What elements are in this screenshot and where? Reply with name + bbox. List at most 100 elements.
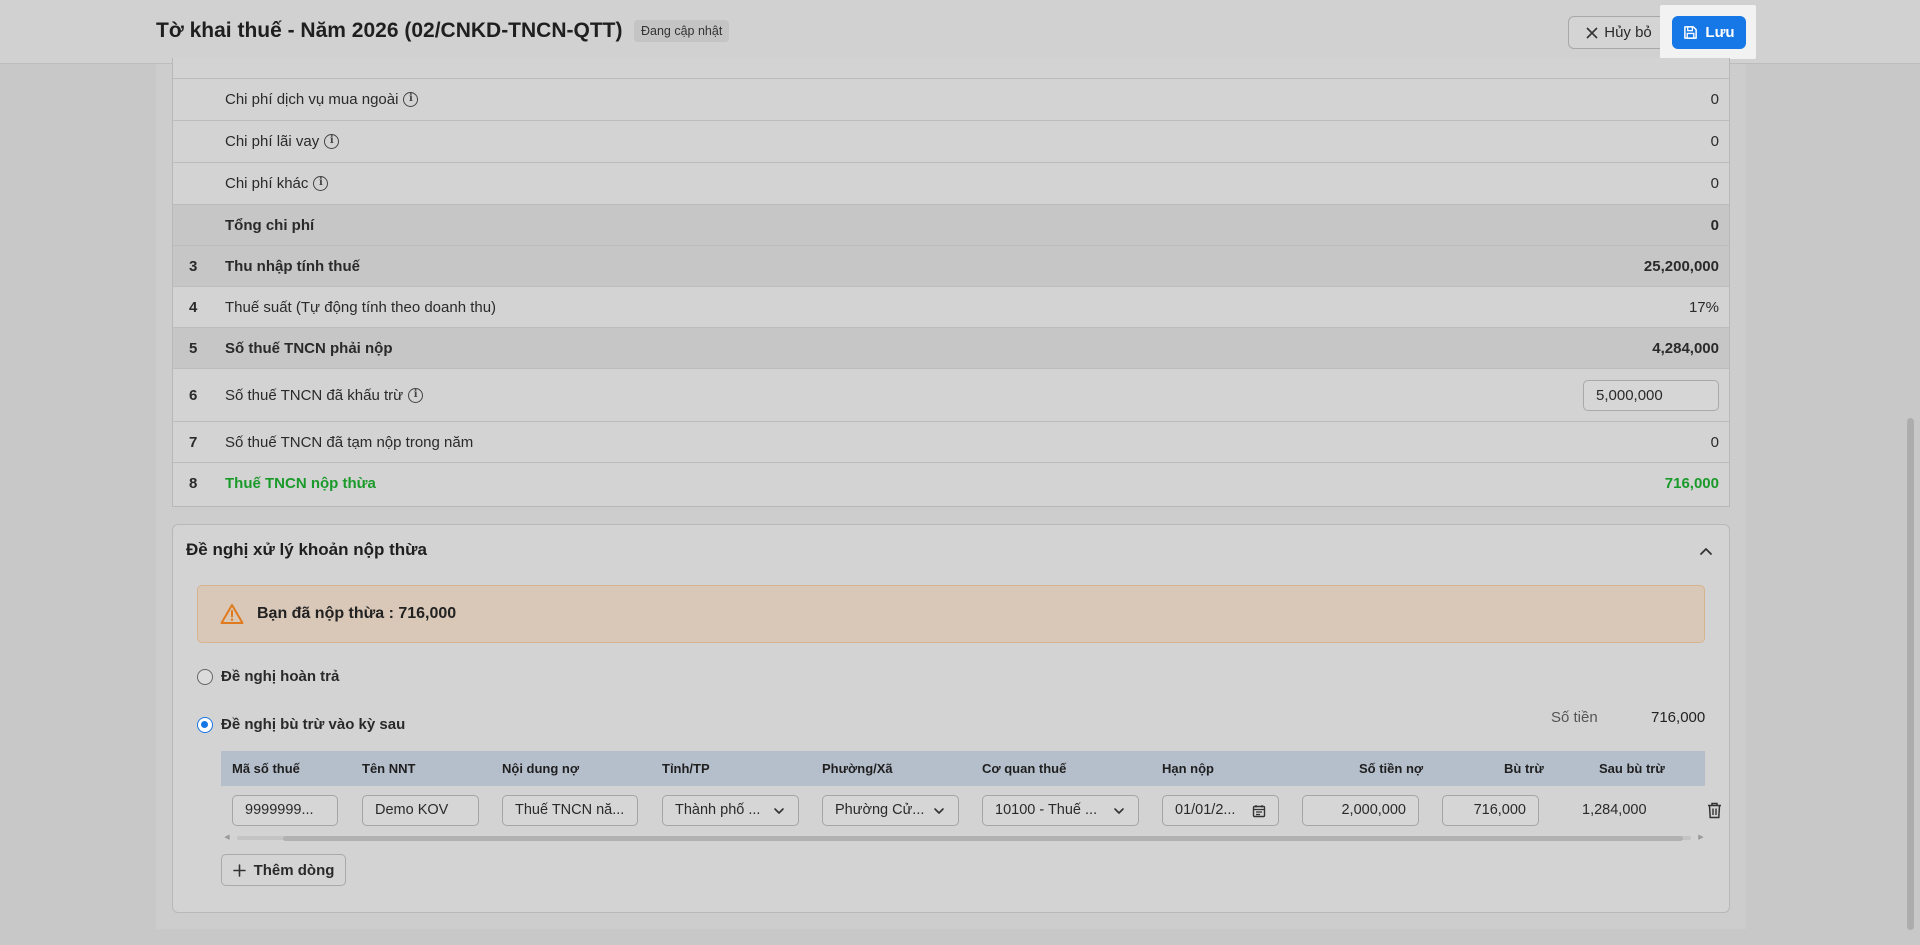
ward-select[interactable]: Phường Cử... (822, 795, 959, 826)
due-date-value: 01/01/2... (1175, 802, 1236, 818)
row-number: 6 (189, 386, 198, 404)
offset-amount-input[interactable]: 716,000 (1442, 795, 1539, 826)
column-header: Hạn nộp (1162, 761, 1214, 776)
row-label: Thuế suất (Tự động tính theo doanh thu) (225, 298, 497, 316)
row-number: 8 (189, 474, 198, 492)
chevron-down-icon (934, 807, 944, 814)
refund-radio[interactable] (197, 668, 213, 685)
add-row-label: Thêm dòng (253, 861, 335, 879)
after-offset-value: 1,284,000 (1582, 802, 1647, 818)
column-header: Số tiền nợ (1359, 761, 1424, 776)
chevron-up-icon[interactable] (1697, 543, 1715, 561)
top-header: Tờ khai thuế - Năm 2026 (02/CNKD-TNCN-QT… (0, 0, 1920, 64)
row-label: Chi phí khác i (225, 175, 329, 192)
overpayment-proposal-section: Đề nghị xử lý khoản nộp thừa Bạn đã nộp … (172, 524, 1730, 913)
save-button[interactable]: Lưu (1672, 16, 1746, 49)
table-row: 5 Số thuế TNCN phải nộp 4,284,000 (173, 327, 1729, 368)
row-value: 0 (1710, 433, 1719, 451)
refund-option-label: Đề nghị hoàn trả (221, 668, 340, 685)
offset-option[interactable]: Đề nghị bù trừ vào kỳ sau (197, 716, 405, 733)
table-row-overpaid: 8 Thuế TNCN nộp thừa 716,000 (173, 462, 1729, 503)
taxpayer-name-input[interactable]: Demo KOV (362, 795, 479, 826)
table-row: Chi phí dịch vụ mua ngoài i 0 (173, 78, 1729, 120)
column-header: Cơ quan thuế (982, 761, 1067, 776)
status-badge: Đang cập nhật (634, 20, 730, 42)
offset-grid-row: 9999999... Demo KOV Thuế TNCN nă... Thàn… (221, 789, 1721, 831)
row-label: Thu nhập tính thuế (225, 257, 360, 275)
save-icon (1684, 26, 1698, 39)
row-label: Chi phí dịch vụ mua ngoài i (225, 91, 419, 108)
warning-icon (220, 604, 244, 624)
offset-grid-header: Mã số thuế Tên NNT Nội dung nợ Tỉnh/TP P… (221, 751, 1705, 786)
debt-amount-input[interactable]: 2,000,000 (1302, 795, 1419, 826)
due-date-picker[interactable]: 01/01/2... (1162, 795, 1279, 826)
table-row: 6 Số thuế TNCN đã khấu trừ i 5,000,000 (173, 368, 1729, 421)
row-number: 4 (189, 298, 198, 316)
scroll-thumb[interactable] (283, 836, 1683, 841)
ward-select-value: Phường Cử... (835, 802, 925, 818)
scroll-left-icon[interactable]: ◀ (223, 833, 231, 842)
row-number: 3 (189, 257, 198, 275)
row-label: Tổng chi phí (225, 216, 315, 234)
offset-radio[interactable] (197, 716, 213, 733)
info-icon[interactable]: i (408, 387, 424, 403)
close-icon (1586, 26, 1598, 39)
amount-value: 716,000 (1651, 709, 1706, 726)
row-label: Thuế TNCN nộp thừa (225, 474, 376, 492)
row-label: Số thuế TNCN phải nộp (225, 339, 393, 357)
chevron-down-icon (774, 807, 784, 814)
table-row-clipped (173, 58, 1729, 78)
cancel-button-label: Hủy bỏ (1604, 24, 1652, 41)
tax-summary-table: Chi phí dịch vụ mua ngoài i 0 Chi phí lãi… (172, 58, 1730, 507)
row-label: Chi phí lãi vay i (225, 133, 340, 150)
province-select-value: Thành phố ... (675, 802, 761, 818)
offset-option-label: Đề nghị bù trừ vào kỳ sau (221, 716, 406, 733)
section-title: Đề nghị xử lý khoản nộp thừa (186, 540, 427, 559)
trash-icon[interactable] (1707, 802, 1722, 819)
row-number: 5 (189, 339, 198, 357)
row-label: Số thuế TNCN đã tạm nộp trong năm (225, 433, 474, 451)
info-icon[interactable]: i (324, 134, 340, 149)
scroll-right-icon[interactable]: ▶ (1697, 833, 1705, 842)
tax-office-select-value: 10100 - Thuế ... (995, 802, 1098, 818)
column-header: Nội dung nợ (502, 761, 580, 776)
cancel-button[interactable]: Hủy bỏ (1568, 16, 1670, 49)
chevron-down-icon (1114, 807, 1124, 814)
alert-text: Bạn đã nộp thừa : 716,000 (257, 605, 457, 622)
page-vertical-scrollbar[interactable] (1907, 418, 1914, 930)
column-header: Phường/Xã (822, 761, 893, 776)
plus-icon (232, 863, 246, 877)
row-value: 25,200,000 (1643, 257, 1719, 275)
table-row: 7 Số thuế TNCN đã tạm nộp trong năm 0 (173, 421, 1729, 462)
row-value: 0 (1710, 216, 1719, 234)
debt-content-input[interactable]: Thuế TNCN nă... (502, 795, 638, 826)
calendar-icon (1252, 804, 1266, 817)
overpaid-alert: Bạn đã nộp thừa : 716,000 (197, 585, 1705, 643)
table-row: Chi phí lãi vay i 0 (173, 120, 1729, 162)
info-icon[interactable]: i (313, 176, 329, 191)
table-row-total-expenses: Tổng chi phí 0 (173, 204, 1729, 245)
add-row-button[interactable]: Thêm dòng (221, 854, 346, 886)
province-select[interactable]: Thành phố ... (662, 795, 799, 826)
page-title: Tờ khai thuế - Năm 2026 (02/CNKD-TNCN-QT… (156, 19, 623, 42)
row-value: 716,000 (1664, 474, 1719, 492)
table-row: 3 Thu nhập tính thuế 25,200,000 (173, 245, 1729, 286)
save-button-label: Lưu (1705, 24, 1735, 41)
row-value: 0 (1710, 175, 1719, 192)
column-header: Mã số thuế (232, 761, 300, 776)
grid-horizontal-scrollbar[interactable]: ◀ ▶ (223, 833, 1705, 842)
table-row: Chi phí khác i 0 (173, 162, 1729, 204)
row-value: 0 (1710, 91, 1719, 108)
row-value: 4,284,000 (1652, 339, 1719, 357)
refund-option[interactable]: Đề nghị hoàn trả (197, 668, 339, 685)
row-number: 7 (189, 433, 198, 451)
row-label: Số thuế TNCN đã khấu trừ i (225, 387, 424, 404)
row-value: 0 (1710, 133, 1719, 150)
info-icon[interactable]: i (403, 92, 419, 107)
row-value: 17% (1688, 298, 1719, 316)
withheld-tax-input[interactable]: 5,000,000 (1583, 379, 1719, 411)
tax-office-select[interactable]: 10100 - Thuế ... (982, 795, 1139, 826)
column-header: Bù trừ (1504, 761, 1544, 776)
tax-code-input[interactable]: 9999999... (232, 795, 338, 826)
table-row: 4 Thuế suất (Tự động tính theo doanh thu… (173, 286, 1729, 327)
